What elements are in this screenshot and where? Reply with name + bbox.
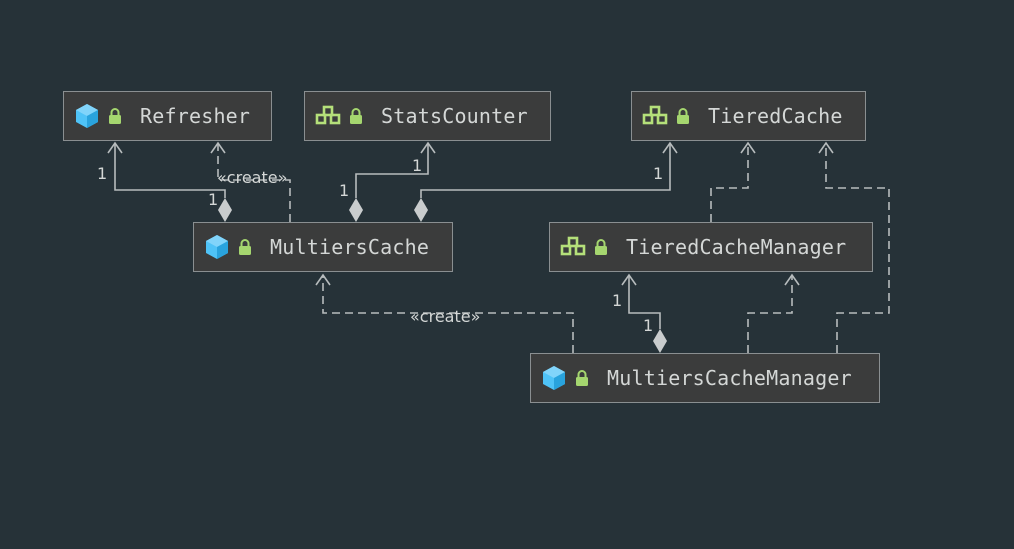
node-tieredcache[interactable]: TieredCache — [631, 91, 866, 141]
node-tieredcachemanager-name: TieredCacheManager — [626, 235, 847, 259]
label-multiplicity-tieredcache-target: 1 — [653, 164, 664, 183]
node-multierscachemanager-name: MultiersCacheManager — [607, 366, 852, 390]
node-tieredcache-name: TieredCache — [708, 104, 843, 128]
label-create-multierscache: «create» — [410, 307, 481, 326]
diagram-edges — [107, 142, 890, 353]
lock-icon — [576, 370, 588, 386]
diamond-multierscache-refresher — [218, 198, 232, 222]
node-statscounter-name: StatsCounter — [381, 104, 528, 128]
label-multiplicity-refresher-source: 1 — [208, 190, 219, 209]
label-multiplicity-statscounter-target: 1 — [412, 156, 423, 175]
lock-icon — [677, 108, 689, 124]
node-tieredcachemanager[interactable]: TieredCacheManager — [549, 222, 873, 272]
diamond-multierscachemanager-tieredcachemanager — [653, 329, 667, 353]
label-multiplicity-tieredcachemanager-source: 1 — [643, 316, 654, 335]
node-statscounter[interactable]: StatsCounter — [304, 91, 551, 141]
diamond-multierscache-tieredcache — [414, 198, 428, 222]
interface-icon — [315, 105, 341, 125]
interface-icon — [560, 236, 586, 256]
edge-multierscache-tieredcache-composition — [420, 143, 671, 198]
node-multierscache[interactable]: MultiersCache — [193, 222, 453, 272]
node-refresher-name: Refresher — [140, 104, 251, 128]
class-icon — [543, 366, 565, 390]
interface-icon — [642, 105, 668, 125]
class-icon — [76, 104, 98, 128]
diamond-multierscache-statscounter — [349, 198, 363, 222]
lock-icon — [239, 239, 251, 255]
lock-icon — [595, 239, 607, 255]
node-multierscachemanager[interactable]: MultiersCacheManager — [530, 353, 880, 403]
label-multiplicity-refresher-target: 1 — [97, 164, 108, 183]
lock-icon — [350, 108, 362, 124]
lock-icon — [109, 108, 121, 124]
edge-tieredcachemanager-tieredcache — [710, 143, 749, 222]
edge-multierscachemanager-tieredcachemanager — [747, 275, 793, 353]
node-multierscache-name: MultiersCache — [270, 235, 430, 259]
label-multiplicity-statscounter-source: 1 — [339, 181, 350, 200]
class-icon — [206, 235, 228, 259]
label-multiplicity-tieredcachemanager-target: 1 — [612, 291, 623, 310]
label-create-refresher: «create» — [217, 168, 288, 187]
node-refresher[interactable]: Refresher — [63, 91, 272, 141]
